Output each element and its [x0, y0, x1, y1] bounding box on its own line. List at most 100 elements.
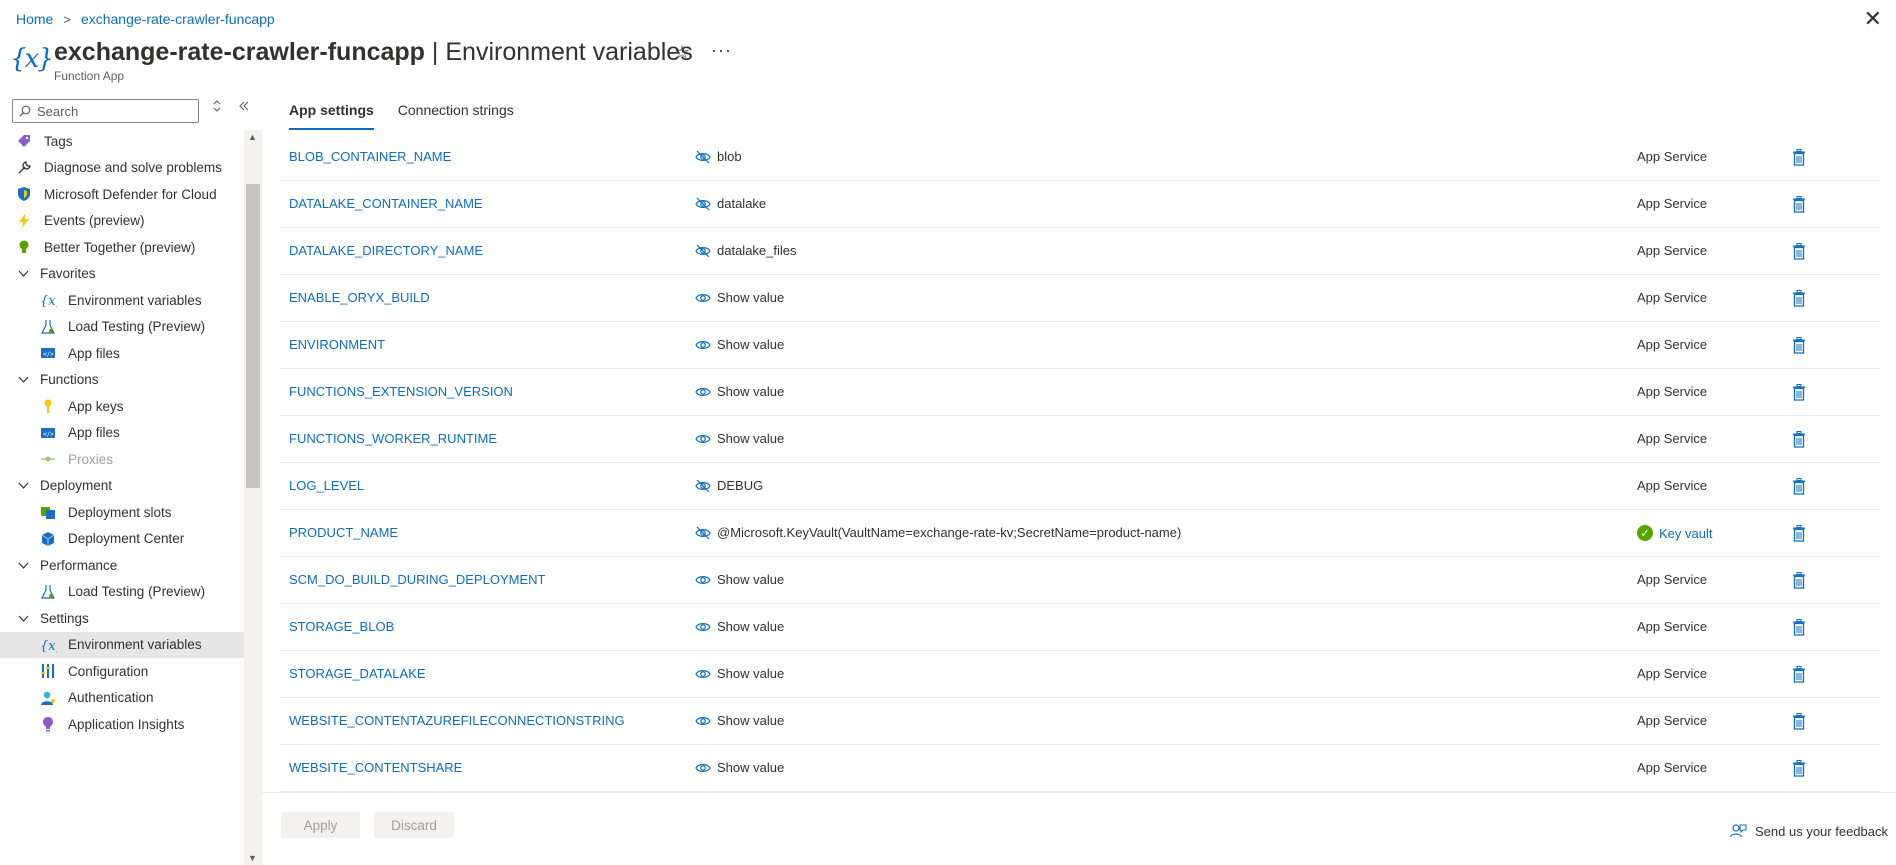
trash-icon[interactable] [1790, 241, 1808, 261]
setting-name-link[interactable]: SCM_DO_BUILD_DURING_DEPLOYMENT [289, 572, 545, 587]
setting-name-link[interactable]: STORAGE_BLOB [289, 619, 394, 634]
eye-off-icon[interactable] [695, 244, 711, 258]
setting-name-link[interactable]: BLOB_CONTAINER_NAME [289, 149, 451, 164]
show-value-toggle[interactable]: Show value [695, 760, 784, 775]
sidebar-item-diagnose-and-solve-problems[interactable]: Diagnose and solve problems [0, 155, 244, 181]
apply-button[interactable]: Apply [281, 812, 360, 838]
star-icon[interactable]: ☆ [674, 42, 690, 63]
breadcrumb-resource[interactable]: exchange-rate-crawler-funcapp [81, 11, 275, 27]
sidebar-item-app-files[interactable]: </> App files [0, 340, 244, 366]
show-value-toggle[interactable]: Show value [695, 290, 784, 305]
trash-icon[interactable] [1790, 711, 1808, 731]
setting-name-link[interactable]: FUNCTIONS_WORKER_RUNTIME [289, 431, 497, 446]
sidebar-scrollbar[interactable]: ▲ ▼ [244, 130, 262, 865]
eye-icon[interactable] [695, 667, 711, 681]
trash-icon[interactable] [1790, 664, 1808, 684]
check-circle-icon: ✓ [1637, 525, 1653, 541]
setting-name-link[interactable]: LOG_LEVEL [289, 478, 364, 493]
sidebar-item-load-testing-preview[interactable]: Load Testing (Preview) [0, 579, 244, 605]
sidebar-item-authentication[interactable]: Authentication [0, 685, 244, 711]
trash-icon[interactable] [1790, 288, 1808, 308]
breadcrumb-home[interactable]: Home [16, 11, 53, 27]
eye-off-icon[interactable] [695, 479, 711, 493]
show-value-toggle[interactable]: Show value [695, 713, 784, 728]
eye-icon[interactable] [695, 432, 711, 446]
sidebar-item-app-keys[interactable]: App keys [0, 393, 244, 419]
sidebar-item-environment-variables[interactable]: {x} Environment variables [0, 287, 244, 313]
trash-icon[interactable] [1790, 147, 1808, 167]
setting-value[interactable]: blob [695, 149, 742, 164]
setting-name-link[interactable]: WEBSITE_CONTENTSHARE [289, 760, 462, 775]
eye-icon[interactable] [695, 338, 711, 352]
feedback-link[interactable]: Send us your feedback [1729, 823, 1888, 839]
scroll-up-icon[interactable]: ▲ [248, 132, 257, 142]
eye-off-icon[interactable] [695, 526, 711, 540]
setting-value[interactable]: DEBUG [695, 478, 763, 493]
scroll-down-icon[interactable]: ▼ [248, 853, 257, 863]
trash-icon[interactable] [1790, 523, 1808, 543]
eye-icon[interactable] [695, 573, 711, 587]
sidebar-item-app-files[interactable]: </> App files [0, 420, 244, 446]
keyvault-source-link[interactable]: ✓ Key vault [1637, 525, 1712, 541]
setting-name-link[interactable]: FUNCTIONS_EXTENSION_VERSION [289, 384, 513, 399]
setting-value[interactable]: datalake_files [695, 243, 797, 258]
sidebar-item-load-testing-preview[interactable]: Load Testing (Preview) [0, 314, 244, 340]
sidebar-item-deployment-slots[interactable]: Deployment slots [0, 499, 244, 525]
eye-icon[interactable] [695, 385, 711, 399]
search-input[interactable] [37, 103, 187, 119]
sidebar-item-application-insights[interactable]: Application Insights [0, 711, 244, 737]
eye-icon[interactable] [695, 714, 711, 728]
trash-icon[interactable] [1790, 476, 1808, 496]
sidebar-group-deployment[interactable]: Deployment [0, 473, 244, 499]
trash-icon[interactable] [1790, 570, 1808, 590]
setting-value[interactable]: @Microsoft.KeyVault(VaultName=exchange-r… [695, 525, 1181, 540]
sidebar-item-environment-variables[interactable]: {x} Environment variables [0, 631, 244, 658]
sidebar-group-settings[interactable]: Settings [0, 605, 244, 631]
close-icon[interactable]: ✕ [1864, 6, 1882, 32]
trash-icon[interactable] [1790, 382, 1808, 402]
trash-icon[interactable] [1790, 429, 1808, 449]
eye-off-icon[interactable] [695, 150, 711, 164]
tab-app-settings[interactable]: App settings [289, 96, 374, 130]
show-value-toggle[interactable]: Show value [695, 666, 784, 681]
sidebar-item-better-together-preview[interactable]: Better Together (preview) [0, 234, 244, 260]
more-icon[interactable]: ··· [711, 40, 732, 61]
collapse-toggle-icon[interactable] [212, 100, 222, 115]
setting-name-link[interactable]: WEBSITE_CONTENTAZUREFILECONNECTIONSTRING [289, 713, 625, 728]
sidebar-item-tags[interactable]: Tags [0, 130, 244, 154]
search-box[interactable] [12, 99, 199, 123]
sidebar-group-favorites[interactable]: Favorites [0, 261, 244, 287]
setting-name-link[interactable]: STORAGE_DATALAKE [289, 666, 426, 681]
double-chevron-left-icon[interactable] [238, 100, 250, 115]
setting-name-link[interactable]: ENVIRONMENT [289, 337, 385, 352]
setting-value[interactable]: datalake [695, 196, 766, 211]
eye-off-icon[interactable] [695, 197, 711, 211]
setting-name-link[interactable]: ENABLE_ORYX_BUILD [289, 290, 430, 305]
sidebar-item-configuration[interactable]: Configuration [0, 658, 244, 684]
trash-icon[interactable] [1790, 194, 1808, 214]
eye-icon[interactable] [695, 761, 711, 775]
eye-icon[interactable] [695, 620, 711, 634]
setting-source-text: App Service [1637, 619, 1708, 634]
sidebar-item-proxies[interactable]: Proxies [0, 446, 244, 472]
show-value-toggle[interactable]: Show value [695, 619, 784, 634]
eye-icon[interactable] [695, 291, 711, 305]
sidebar-item-deployment-center[interactable]: Deployment Center [0, 526, 244, 552]
setting-name-link[interactable]: PRODUCT_NAME [289, 525, 398, 540]
setting-name-link[interactable]: DATALAKE_DIRECTORY_NAME [289, 243, 483, 258]
sidebar-group-functions[interactable]: Functions [0, 367, 244, 393]
trash-icon[interactable] [1790, 335, 1808, 355]
trash-icon[interactable] [1790, 758, 1808, 778]
show-value-toggle[interactable]: Show value [695, 337, 784, 352]
discard-button[interactable]: Discard [374, 812, 454, 838]
trash-icon[interactable] [1790, 617, 1808, 637]
tab-connection-strings[interactable]: Connection strings [398, 96, 514, 126]
show-value-toggle[interactable]: Show value [695, 384, 784, 399]
setting-name-link[interactable]: DATALAKE_CONTAINER_NAME [289, 196, 483, 211]
sidebar-item-microsoft-defender-for-cloud[interactable]: Microsoft Defender for Cloud [0, 181, 244, 207]
sidebar-item-events-preview[interactable]: Events (preview) [0, 208, 244, 234]
sidebar-group-performance[interactable]: Performance [0, 552, 244, 578]
show-value-toggle[interactable]: Show value [695, 431, 784, 446]
show-value-toggle[interactable]: Show value [695, 572, 784, 587]
scrollbar-thumb[interactable] [246, 184, 260, 488]
